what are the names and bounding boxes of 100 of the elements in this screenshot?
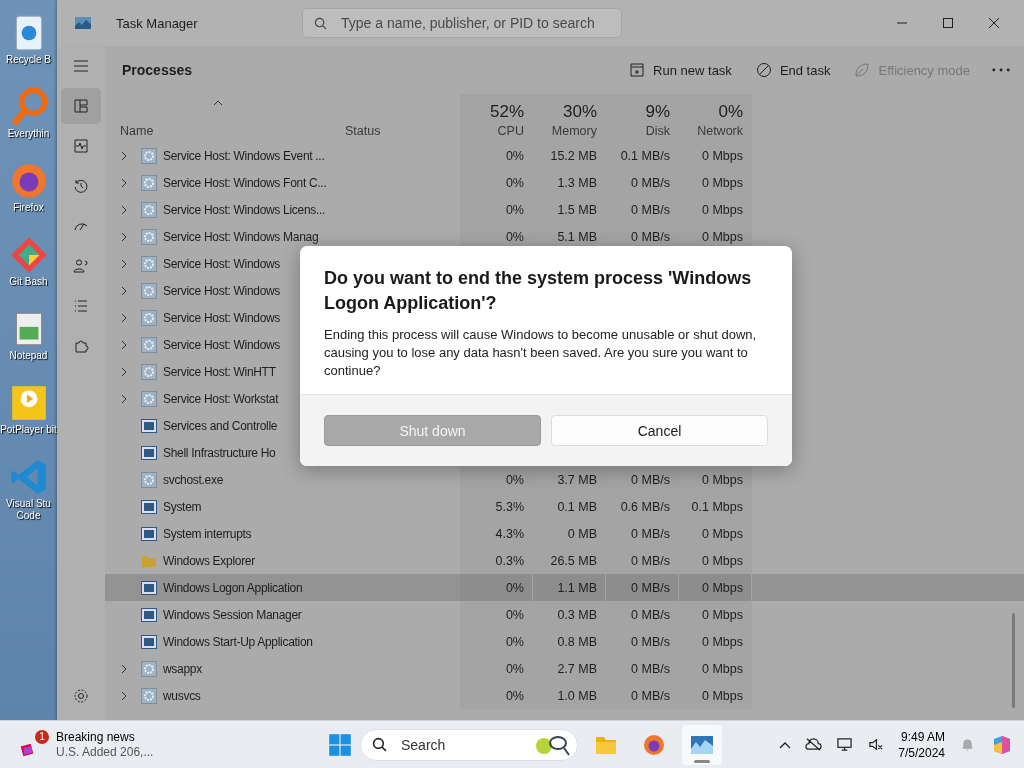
taskbar-search-field[interactable]: Search [360,728,578,761]
expand-chevron-icon[interactable] [120,258,128,269]
expand-chevron-icon[interactable] [120,204,128,215]
column-total: 0% [718,102,743,122]
column-header[interactable]: Memory [551,124,597,138]
clock-date[interactable]: 7/5/2024 [898,744,945,761]
gear-icon [141,471,157,488]
table-cell: 0.3% [495,553,524,568]
expand-chevron-icon[interactable] [120,366,128,377]
chevron-up-icon[interactable] [779,740,792,749]
table-cell: 3.7 MB [557,472,597,487]
start-icon[interactable] [328,732,352,757]
scrollbar-thumb[interactable] [1012,613,1015,708]
users-icon [73,258,89,274]
run-task-button[interactable]: Run new task [617,56,744,84]
column-header[interactable]: CPU [497,124,524,138]
column-header[interactable]: Disk [645,124,670,138]
pulse-icon [73,138,89,154]
expand-chevron-icon[interactable] [120,393,128,404]
process-name: wusvcs [163,688,201,703]
table-cell: 0 MB/s [631,580,670,595]
table-cell: 0 Mbps [702,202,743,217]
menu-icon [73,58,89,74]
maximize-icon[interactable] [942,17,954,29]
table-cell: 0 MB/s [631,472,670,487]
desktop-icon-label: Visual Stu Code [5,498,52,522]
expand-chevron-icon[interactable] [120,663,128,674]
table-cell: 2.7 MB [557,661,597,676]
table-cell: 0 Mbps [702,553,743,568]
table-cell: 0.3 MB [557,607,597,622]
table-cell: 0 Mbps [702,661,743,676]
network-icon[interactable] [836,737,854,752]
expand-chevron-icon[interactable] [120,285,128,296]
column-total: 9% [645,102,670,122]
table-cell: 0 MB/s [631,202,670,217]
table-cell: 0 Mbps [702,688,743,703]
app-icon [75,17,91,29]
table-cell: 0% [505,202,524,217]
window-icon [141,417,157,434]
cancel-button[interactable]: Cancel [551,415,768,446]
expand-chevron-icon[interactable] [120,177,128,188]
process-name: Windows Explorer [163,553,255,568]
table-cell: 4.3% [495,526,524,541]
process-name: Service Host: Windows [163,310,281,325]
column-header[interactable]: Network [697,124,743,138]
close-icon[interactable] [988,17,1000,29]
table-cell: 5.3% [495,499,524,514]
end-task-button[interactable]: End task [743,56,843,84]
table-cell: 0.1 Mbps [691,499,743,514]
table-cell: 26.5 MB [550,553,597,568]
process-name: svchost.exe [163,472,224,487]
table-cell: 5.1 MB [557,229,597,244]
process-name: Services and Controlle [163,418,278,433]
table-cell: 0 Mbps [702,472,743,487]
expand-chevron-icon[interactable] [120,339,128,350]
gear-icon [141,660,157,677]
leaf-icon [854,62,871,78]
nav-item[interactable] [61,88,101,124]
column-header[interactable]: Name [120,124,154,138]
window-icon [141,444,157,461]
expand-chevron-icon[interactable] [120,312,128,323]
table-cell: 0.1 MB/s [620,148,670,163]
column-total: 52% [489,102,524,122]
table-cell: 1.5 MB [557,202,597,217]
expand-chevron-icon[interactable] [120,150,128,161]
cloud-off-icon[interactable] [805,737,823,752]
gear-icon [141,174,157,191]
process-name: Service Host: Windows [163,283,281,298]
window-title: Task Manager [116,15,199,31]
search-icon [372,736,387,752]
table-cell: 0% [505,661,524,676]
task-manager-button[interactable] [682,724,722,765]
process-name: Windows Logon Application [163,580,303,595]
news-headline[interactable]: Breaking news [56,729,154,745]
table-cell: 0 MB/s [631,607,670,622]
table-cell: 0 Mbps [702,580,743,595]
gear-icon [141,687,157,704]
volume-muted-icon[interactable] [867,737,885,752]
more-icon[interactable] [992,68,1010,72]
desktop-icon-label: Notepad [8,350,49,362]
table-cell: 0 Mbps [702,607,743,622]
news-subtitle: U.S. Added 206,... [56,744,154,760]
table-cell: 0 Mbps [702,526,743,541]
process-name: Shell Infrastructure Ho [163,445,276,460]
clock-time[interactable]: 9:49 AM [900,728,945,745]
gear-icon [141,147,157,164]
search-field[interactable]: Type a name, publisher, or PID to search [302,8,622,38]
window-icon [141,498,157,515]
process-name: Service Host: WinHTT [163,364,276,379]
table-cell: 0 MB/s [631,553,670,568]
process-name: Windows Session Manager [163,607,302,622]
process-name: Service Host: Windows Font C... [163,175,327,190]
gear-icon [141,228,157,245]
expand-chevron-icon[interactable] [120,231,128,242]
process-name: Service Host: Windows [163,256,281,271]
column-header[interactable]: Status [345,124,381,138]
expand-chevron-icon[interactable] [120,690,128,701]
table-cell: 0 MB/s [631,634,670,649]
table-cell: 0% [505,580,524,595]
sort-caret-icon [213,100,223,106]
